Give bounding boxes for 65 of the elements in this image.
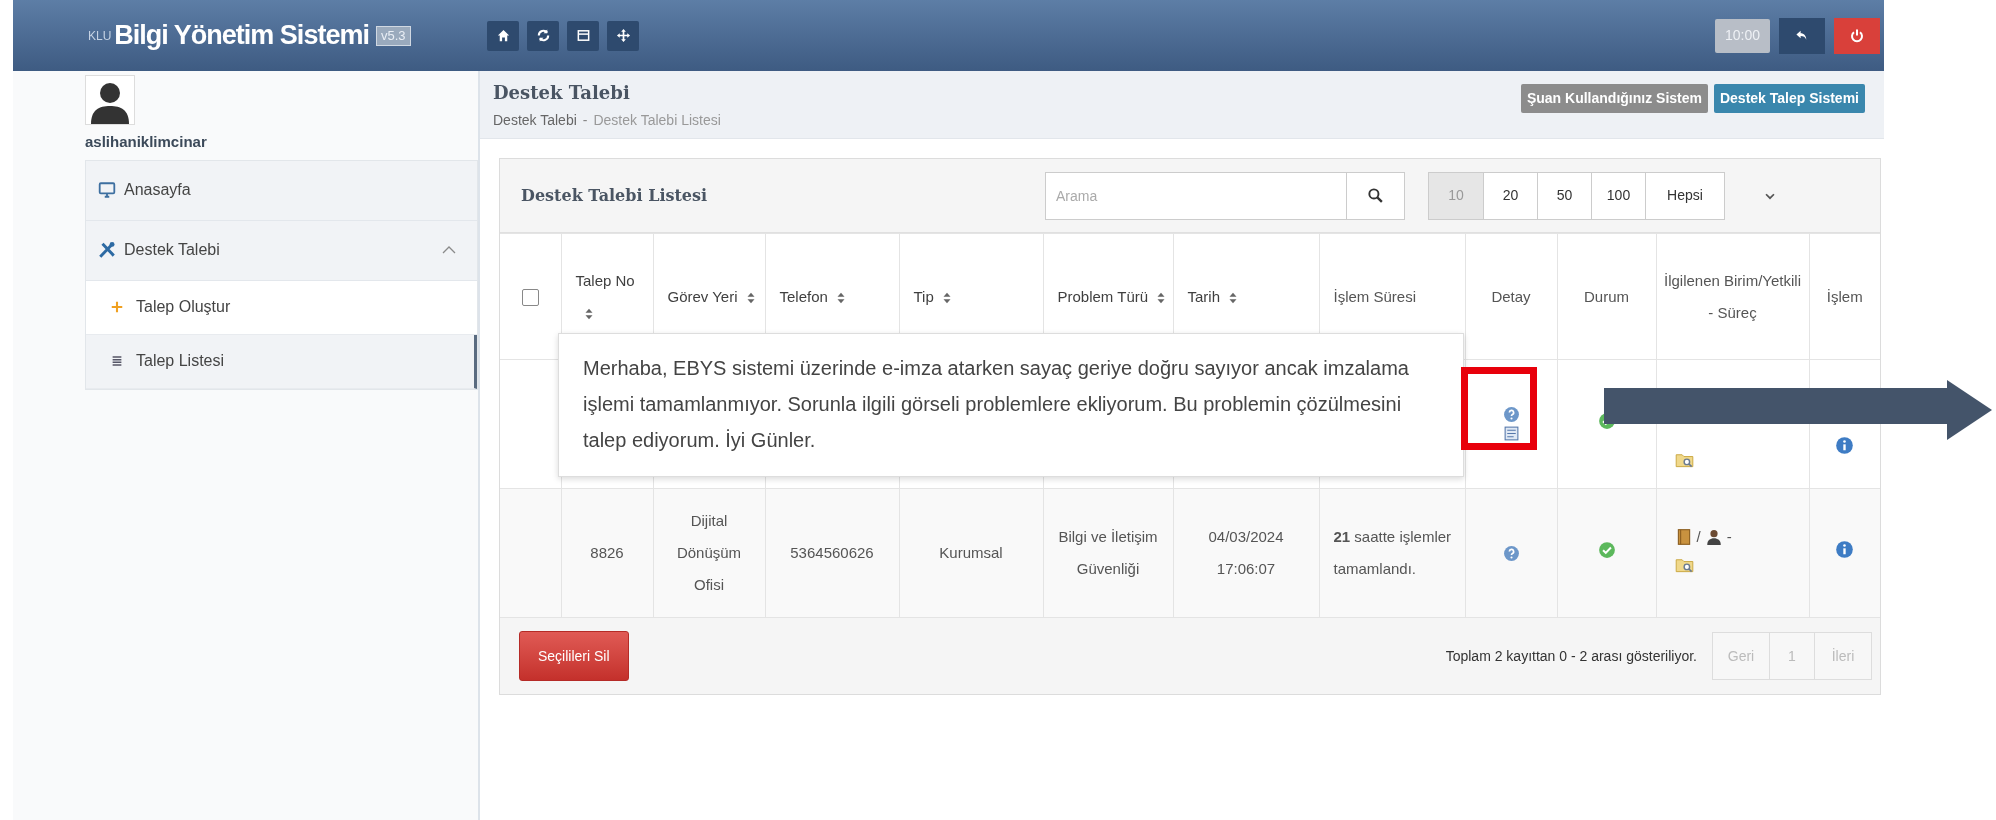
search-icon [1367,187,1384,204]
person-icon [1704,528,1723,547]
table-cell: Bilgi ve İletişim Güvenliği [1043,488,1173,618]
menu-item[interactable]: Anasayfa [86,160,477,221]
column-header[interactable]: İşlem [1826,287,1863,305]
delete-selected-button[interactable]: Seçilileri Sil [519,631,629,681]
table-cell: Kurumsal [899,488,1043,618]
column-header[interactable]: İşlem Süresi [1333,287,1417,305]
column-header[interactable]: Görev Yeri [667,287,738,305]
list-icon [110,354,124,368]
logo-prefix: KLU [88,27,112,45]
refresh-button[interactable] [527,20,559,51]
breadcrumb-separator: - [582,110,588,130]
dash-text: - [1726,527,1732,547]
home-button[interactable] [487,20,519,51]
info-icon[interactable] [1835,436,1855,455]
window-button[interactable] [567,20,599,51]
question-icon[interactable] [1502,544,1520,562]
table-cell: 04/03/2024 17:06:07 [1173,488,1319,618]
record-summary: Toplam 2 kayıttan 0 - 2 arası gösteriliyor. [1445,646,1697,666]
submenu-item[interactable]: Talep Listesi [86,334,477,389]
panel-title: Destek Talebi Listesi [521,184,709,207]
version-label: v5.3 [375,25,411,46]
username: aslihaniklimcinar [85,132,208,152]
menu-item[interactable]: Destek Talebi [86,220,477,281]
page-size-button[interactable]: 20 [1483,171,1538,220]
logout-button[interactable] [1834,17,1880,54]
page-size-button[interactable]: Hepsi [1645,171,1725,220]
question-icon[interactable] [1502,406,1520,423]
page-size-button[interactable]: 100 [1591,171,1646,220]
table-cell: Dijital Dönüşüm Ofisi [653,488,765,618]
power-icon [1849,27,1865,44]
refresh-icon [535,28,551,43]
move-button[interactable] [607,20,639,51]
monitor-icon [98,181,116,199]
column-header[interactable]: Tarih [1187,287,1220,305]
column-header[interactable]: Telefon [779,287,828,305]
column-header[interactable]: Detay [1491,287,1531,305]
page-title: Destek Talebi [493,80,631,105]
system-badge: Destek Talep Sistemi [1713,84,1865,113]
table-cell: 8826 [561,488,653,618]
column-header[interactable]: Talep No [575,271,635,289]
plus-icon [110,300,124,314]
app-title: Bilgi Yönetim Sistemi [114,19,369,53]
document-icon[interactable] [1502,425,1520,442]
tooltip-text: Merhaba, EBYS sistemi üzerinde e-imza atarken sayaç geriye doğru sayıyor ancak imzalama işlemi tamamlanmıyor. Sorunla ilgili görseli problemlere ekliyorum. Bu problemin çözülmesini talep ediyorum. İyi Günler. [583,356,1410,453]
table-cell: 5364560626 [765,488,899,618]
column-header[interactable]: Problem Türü [1057,287,1149,305]
move-icon [615,28,631,43]
column-header[interactable]: Tip [913,287,934,305]
column-header[interactable]: Durum [1584,287,1629,305]
info-icon[interactable] [1835,540,1855,560]
duration-text: 21 saatte işlemler tamamlandı. [1333,528,1452,577]
select-all-checkbox[interactable] [521,288,539,306]
breadcrumb-link[interactable]: Destek Talebi [493,109,577,131]
page-size-button[interactable]: 50 [1537,171,1592,220]
search-field[interactable]: Arama [1045,171,1347,220]
window-icon [575,28,591,43]
submenu-item[interactable]: Talep Oluştur [86,280,477,335]
system-badge: Şuan Kullandığınız Sistem [1520,84,1708,113]
search-button[interactable] [1347,171,1405,220]
home-icon [495,28,511,43]
check-circle-icon [1597,540,1616,559]
tools-icon [98,241,116,259]
separator-text: / [1696,527,1701,547]
